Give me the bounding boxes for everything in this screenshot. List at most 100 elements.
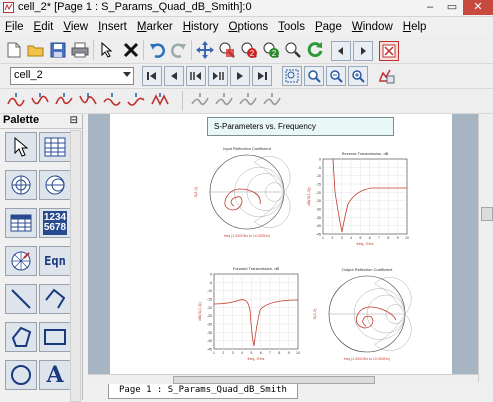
data-display-icon[interactable]: [376, 66, 396, 86]
pan-move-icon[interactable]: [195, 40, 215, 60]
chevron-down-icon[interactable]: [123, 72, 131, 77]
marker-gray-up-icon[interactable]: [214, 91, 234, 111]
menu-page[interactable]: Page: [310, 21, 347, 33]
vertical-scroll-thumb[interactable]: [481, 207, 493, 221]
s12-plot-ytick-6: -30: [316, 208, 321, 212]
s21-plot-ytick-3: -15: [207, 298, 212, 302]
zoom-in-icon[interactable]: 2: [239, 40, 259, 60]
pointer-icon[interactable]: [97, 40, 117, 60]
delete-icon[interactable]: [121, 40, 141, 60]
s12-plot-ytick-2: -10: [316, 174, 321, 178]
text-icon[interactable]: A: [39, 360, 71, 390]
polyline-icon[interactable]: [39, 284, 71, 314]
marker-gray-left-icon[interactable]: [190, 91, 210, 111]
marker-right-icon[interactable]: [126, 91, 146, 111]
s12-plot-xtick-6: 7: [378, 236, 380, 240]
vertical-scrollbar[interactable]: [478, 114, 493, 382]
polygon-icon[interactable]: [5, 322, 37, 352]
rectangle-icon[interactable]: [39, 322, 71, 352]
previous-page-icon[interactable]: [164, 66, 184, 86]
next-icon[interactable]: [353, 41, 373, 61]
zoom-out-icon[interactable]: 2: [261, 40, 281, 60]
cell-selector-value: cell_2: [14, 69, 43, 81]
palette-title: Palette: [3, 114, 40, 126]
palette-scrollbar[interactable]: [70, 130, 81, 402]
select-arrow-icon[interactable]: [5, 132, 37, 162]
page-tab[interactable]: Page 1 : S_Params_Quad_dB_Smith: [108, 384, 298, 399]
pause-back-icon[interactable]: [186, 66, 206, 86]
marker-min-icon[interactable]: [78, 91, 98, 111]
zoom-select-icon[interactable]: [348, 66, 368, 86]
stacked-table-icon[interactable]: [5, 208, 37, 238]
menu-options[interactable]: Options: [223, 21, 273, 33]
s12-plot-xtick-7: 8: [387, 236, 389, 240]
last-page-icon[interactable]: [252, 66, 272, 86]
zoom-page-icon[interactable]: [304, 66, 324, 86]
print-icon[interactable]: [70, 40, 90, 60]
equation-icon[interactable]: Eqn: [39, 246, 71, 276]
menu-marker[interactable]: Marker: [132, 21, 178, 33]
open-folder-icon[interactable]: [26, 40, 46, 60]
s21-plot-ytick-6: -30: [207, 323, 212, 327]
save-icon[interactable]: [48, 40, 68, 60]
zoom-width-icon[interactable]: [326, 66, 346, 86]
minimize-button[interactable]: –: [419, 0, 441, 15]
next-page-icon[interactable]: [230, 66, 250, 86]
antenna-plot-icon[interactable]: [5, 246, 37, 276]
window-title: cell_2* [Page 1 : S_Params_Quad_dB_Smith…: [18, 1, 252, 13]
line-icon[interactable]: [5, 284, 37, 314]
redo-icon[interactable]: [169, 40, 189, 60]
menu-help[interactable]: Help: [398, 21, 432, 33]
marker-gray-down-icon[interactable]: [262, 91, 282, 111]
horizontal-scroll-thumb[interactable]: [173, 376, 375, 384]
marker-max-icon[interactable]: [54, 91, 74, 111]
s12-plot-ytick-9: -45: [316, 233, 321, 237]
marker-gray-right-icon[interactable]: [238, 91, 258, 111]
circle-icon[interactable]: [5, 360, 37, 390]
new-file-icon[interactable]: [4, 40, 24, 60]
marker-delta-icon[interactable]: [150, 91, 170, 111]
horizontal-scrollbar[interactable]: [88, 374, 478, 384]
marker-left-icon[interactable]: [102, 91, 122, 111]
s12-plot-xtick-8: 9: [397, 236, 399, 240]
s21-plot-ytick-1: -5: [209, 281, 212, 285]
menu-history[interactable]: History: [178, 21, 224, 33]
s12-plot-xtick-1: 2: [331, 236, 333, 240]
numeric-display-icon[interactable]: 1234 5678: [39, 208, 71, 238]
s12-plot-xtick-5: 6: [369, 236, 371, 240]
menu-tools[interactable]: Tools: [273, 21, 310, 33]
marker-valley-icon[interactable]: [30, 91, 50, 111]
s21-plot-ytick-4: -20: [207, 306, 212, 310]
text-tool-label: A: [46, 362, 64, 388]
s22-smith-freq-label: freq (1.000GHz to 10.00GHz): [344, 357, 390, 361]
stop-icon[interactable]: [379, 41, 399, 61]
previous-icon[interactable]: [331, 41, 351, 61]
s21-plot-xtick-7: 8: [278, 351, 280, 355]
zoom-area-icon[interactable]: [217, 40, 237, 60]
menu-window[interactable]: Window: [347, 21, 398, 33]
first-page-icon[interactable]: [142, 66, 162, 86]
menu-edit[interactable]: Edit: [29, 21, 59, 33]
s21-plot-title: Forward Transmission, dB: [233, 266, 280, 271]
s12-plot-ytick-5: -25: [316, 199, 321, 203]
pin-icon[interactable]: ⊟: [70, 115, 78, 126]
s12-plot-ytick-1: -5: [318, 166, 321, 170]
undo-icon[interactable]: [147, 40, 167, 60]
s12-plot-xtick-3: 4: [350, 236, 352, 240]
pause-forward-icon[interactable]: [208, 66, 228, 86]
polar-plot-icon[interactable]: [5, 170, 37, 200]
cell-selector[interactable]: cell_2: [10, 67, 134, 85]
marker-peak-icon[interactable]: [6, 91, 26, 111]
s12-plot-xtick-4: 5: [359, 236, 361, 240]
menu-insert[interactable]: Insert: [93, 21, 132, 33]
smith-chart-icon[interactable]: [39, 170, 71, 200]
menu-view[interactable]: View: [58, 21, 93, 33]
table-grid-icon[interactable]: [39, 132, 71, 162]
close-window-button[interactable]: ✕: [463, 0, 493, 15]
s21-plot-xtick-3: 4: [241, 351, 243, 355]
menu-file[interactable]: File: [0, 21, 29, 33]
zoom-fit-icon[interactable]: [282, 66, 302, 86]
refresh-icon[interactable]: [305, 40, 325, 60]
zoom-icon[interactable]: [283, 40, 303, 60]
maximize-button[interactable]: ▭: [441, 0, 463, 15]
